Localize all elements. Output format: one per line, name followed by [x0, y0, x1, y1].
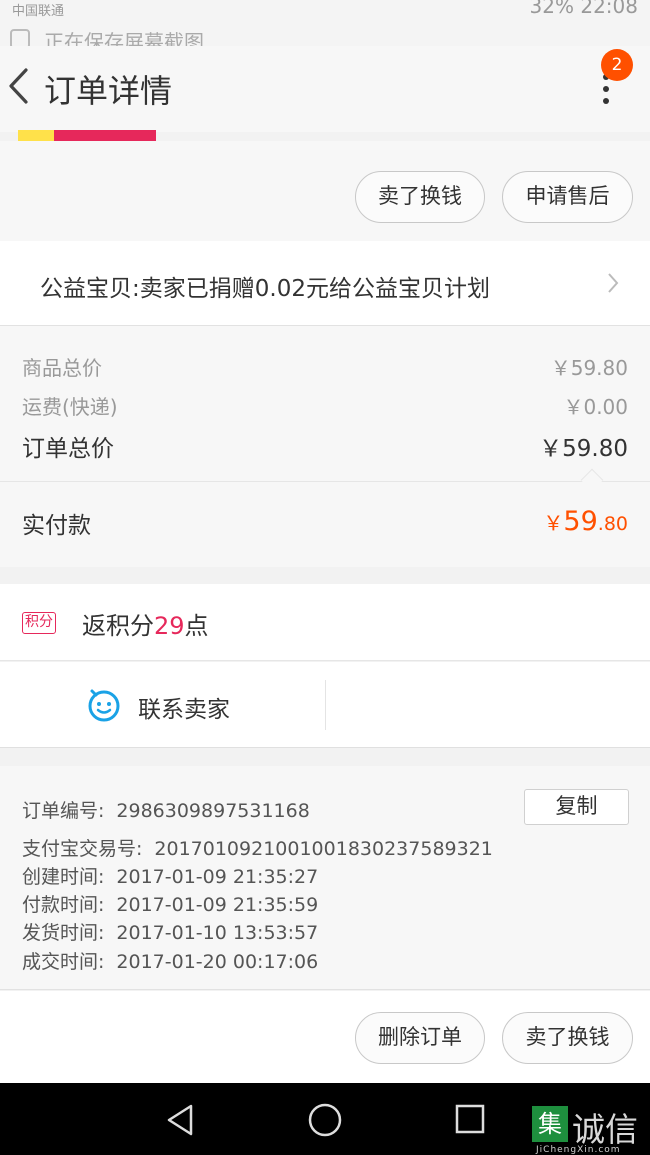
status-bar: 中国联通 32% 22:08	[0, 0, 650, 26]
order-number: 2986309897531168	[116, 800, 310, 822]
price-summary: 商品总价 ￥59.80 运费(快递) ￥0.00 订单总价 ￥59.80 实付款…	[0, 326, 650, 567]
sell-for-cash-button[interactable]: 卖了换钱	[355, 171, 485, 223]
order-number-row: 订单编号: 2986309897531168	[22, 800, 310, 822]
points-tag: 积分	[22, 612, 56, 634]
notification-badge: 2	[601, 49, 633, 81]
paid-label: 实付款	[22, 513, 91, 539]
goods-total-value: ￥59.80	[550, 356, 628, 380]
notification-text: 正在保存屏幕截图	[44, 30, 204, 46]
watermark-logo: 集 诚信 JiChengXin.com	[532, 1103, 650, 1155]
shipped-time-row: 发货时间: 2017-01-10 13:53:57	[22, 922, 319, 944]
contact-row: 联系卖家	[0, 662, 650, 748]
page-header: 订单详情	[0, 46, 650, 132]
charity-row[interactable]: 公益宝贝:卖家已捐赠0.02元给公益宝贝计划	[0, 241, 650, 326]
paid-amount: ￥59.80	[543, 506, 628, 537]
order-info: 订单编号: 2986309897531168 复制 支付宝交易号: 20170109…	[0, 766, 650, 990]
screenshot-notification: 正在保存屏幕截图	[0, 26, 650, 46]
charity-text: 公益宝贝:卖家已捐赠0.02元给公益宝贝计划	[40, 276, 490, 302]
paid-time-row: 付款时间: 2017-01-09 21:35:59	[22, 894, 319, 916]
shipping-label: 运费(快递)	[22, 395, 118, 419]
chevron-right-icon	[608, 273, 619, 293]
apply-aftersale-button[interactable]: 申请售后	[502, 171, 633, 223]
delete-order-button[interactable]: 删除订单	[355, 1012, 485, 1064]
alipay-number: 2017010921001001830237589321	[154, 838, 493, 860]
order-total-value: ￥59.80	[539, 436, 628, 462]
back-arrow-icon[interactable]	[6, 66, 34, 106]
top-actions: 卖了换钱 申请售后	[0, 141, 650, 241]
bottom-actions: 删除订单 卖了换钱	[0, 991, 650, 1083]
battery-time-label: 32% 22:08	[529, 0, 638, 18]
points-count: 29	[154, 612, 185, 640]
points-text: 返积分29点	[82, 612, 209, 640]
nav-home-icon[interactable]	[307, 1102, 343, 1138]
done-time-row: 成交时间: 2017-01-20 00:17:06	[22, 951, 319, 973]
page-title: 订单详情	[44, 72, 173, 110]
carrier-label: 中国联通	[12, 4, 65, 19]
copy-button[interactable]: 复制	[524, 789, 629, 825]
promo-banner	[18, 130, 156, 141]
alipay-row: 支付宝交易号: 2017010921001001830237589321	[22, 838, 493, 860]
order-total-label: 订单总价	[22, 436, 114, 462]
sell-for-cash-bottom-button[interactable]: 卖了换钱	[502, 1012, 633, 1064]
goods-total-label: 商品总价	[22, 356, 102, 380]
nav-recents-icon[interactable]	[454, 1103, 486, 1135]
screenshot-icon	[10, 29, 30, 46]
nav-back-icon[interactable]	[163, 1103, 197, 1137]
created-time-row: 创建时间: 2017-01-09 21:35:27	[22, 866, 319, 888]
price-divider	[0, 481, 650, 482]
contact-seller-label: 联系卖家	[138, 697, 230, 723]
contact-seller-button[interactable]: 联系卖家	[0, 662, 325, 748]
chat-face-icon	[88, 689, 120, 722]
price-notch	[580, 468, 604, 492]
points-row: 积分 返积分29点	[0, 584, 650, 661]
contact-divider	[325, 680, 326, 730]
shipping-value: ￥0.00	[563, 395, 628, 419]
